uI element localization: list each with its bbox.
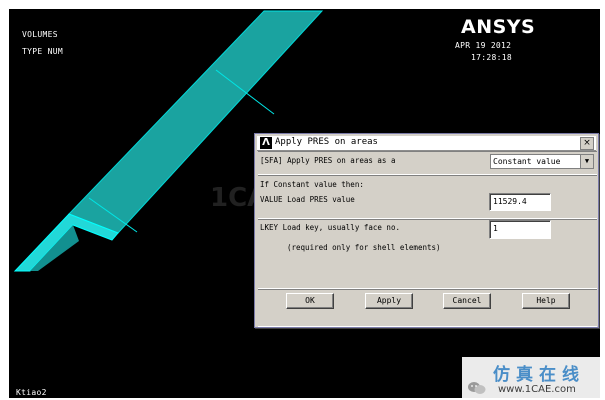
lkey-note: (required only for shell elements) [287,243,441,252]
dialog-titlebar[interactable]: Λ Apply PRES on areas × [257,136,596,151]
lkey-label: LKEY Load key, usually face no. [260,223,400,232]
constant-value-heading: If Constant value then: [260,180,364,189]
model-name-label: Ktiao2 [16,388,47,397]
help-button[interactable]: Help [522,293,570,309]
wechat-icon [468,382,486,394]
apply-as-select[interactable]: Constant value ▼ [490,154,594,169]
volumes-label: VOLUMES [22,30,58,39]
time-label: 17:28:18 [471,53,512,62]
ansys-logo: ANSYS [461,16,536,38]
ansys-app-icon: Λ [260,137,272,149]
dialog-title: Apply PRES on areas [275,137,378,147]
sfa-label: [SFA] Apply PRES on areas as a [260,156,396,165]
watermark-chinese: 仿真在线 [493,365,585,385]
apply-button[interactable]: Apply [365,293,413,309]
date-label: APR 19 2012 [455,41,512,50]
cancel-button[interactable]: Cancel [443,293,491,309]
close-button[interactable]: × [580,137,594,150]
ok-button[interactable]: OK [286,293,334,309]
lkey-input[interactable]: 1 [489,220,551,239]
pres-value-input[interactable]: 11529.4 [489,193,551,211]
apply-as-select-value: Constant value [493,157,561,166]
watermark-url: www.1CAE.com [498,384,576,395]
value-label: VALUE Load PRES value [260,195,355,204]
type-num-label: TYPE NUM [22,47,63,56]
chevron-down-icon[interactable]: ▼ [580,155,593,168]
screenshot-frame: VOLUMES TYPE NUM ANSYS APR 19 2012 17:28… [0,0,605,400]
